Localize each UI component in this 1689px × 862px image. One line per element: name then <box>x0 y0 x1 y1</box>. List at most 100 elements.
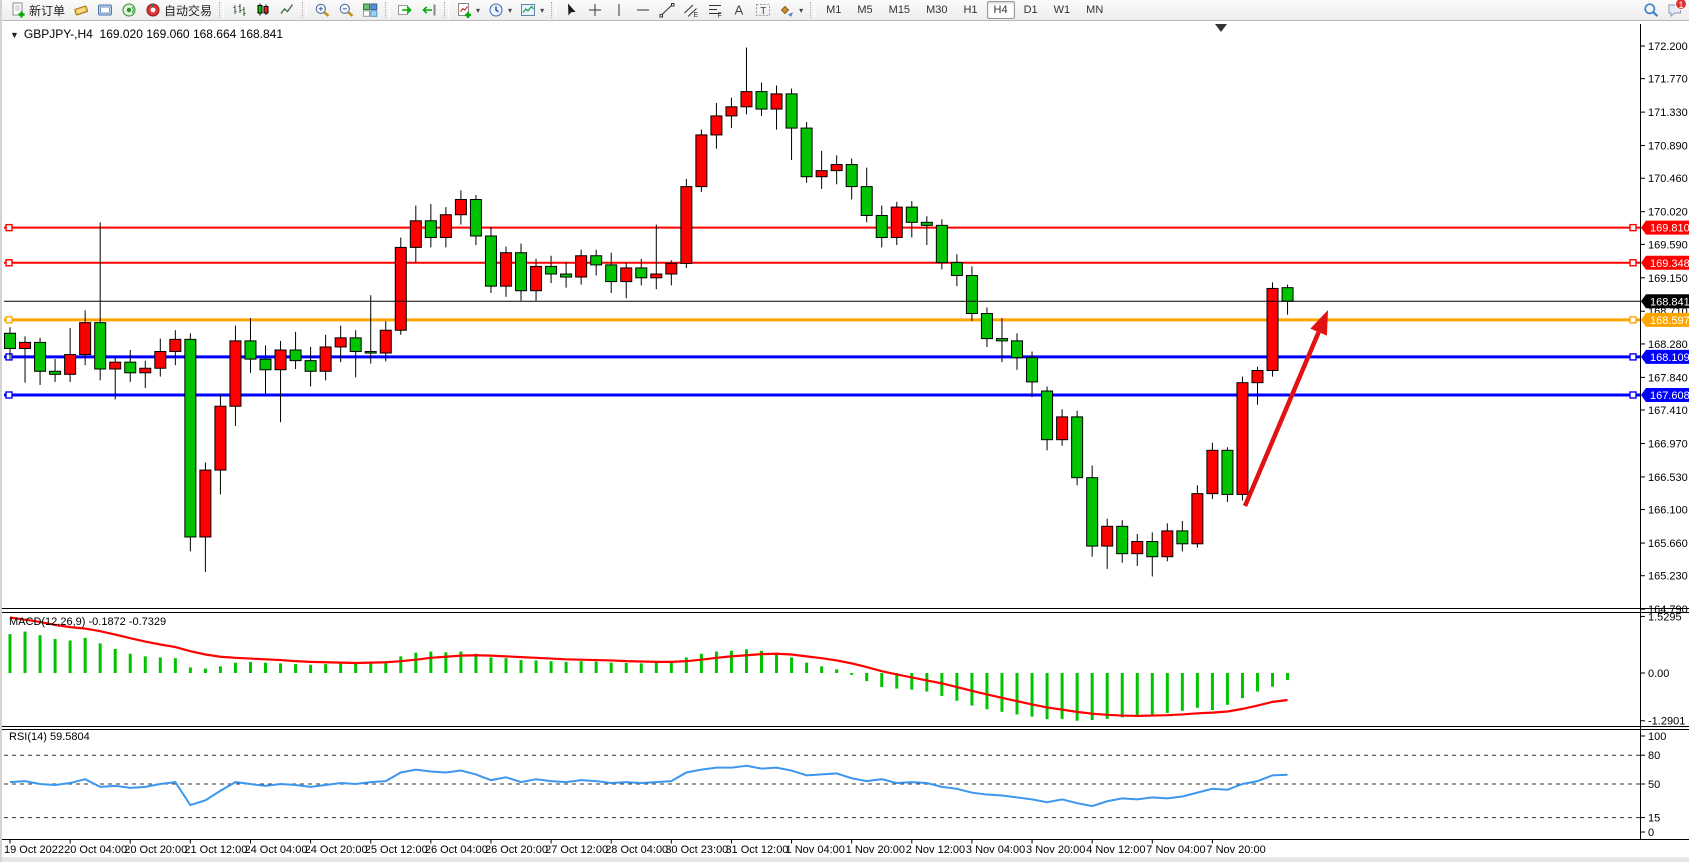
line-handle[interactable] <box>1630 317 1636 323</box>
timeframe-h4-button[interactable]: H4 <box>987 1 1015 19</box>
line-handle[interactable] <box>1630 354 1636 360</box>
date-tick-label: 31 Oct 12:00 <box>725 844 788 856</box>
date-tick-label: 24 Oct 20:00 <box>305 844 368 856</box>
candle-body <box>786 94 797 128</box>
auto-trading-button[interactable]: 自动交易 <box>141 1 216 20</box>
macd-indicator-label: MACD(12,26,9) -0.1872 -0.7329 <box>9 616 166 628</box>
chart-canvas[interactable]: 172.200171.770171.330170.890170.460170.0… <box>2 0 1689 862</box>
cursor-button[interactable] <box>559 1 583 20</box>
line-handle[interactable] <box>6 354 12 360</box>
zoom-in-icon <box>314 2 330 18</box>
candle-body <box>1072 417 1083 478</box>
toolbar-separator <box>551 2 556 18</box>
candle-body <box>1267 288 1278 370</box>
templates-icon <box>520 2 536 18</box>
candle-body <box>1102 526 1113 546</box>
candle-body <box>996 339 1007 341</box>
tile-glyph <box>362 2 378 18</box>
macd-tick-label: -1.2901 <box>1648 716 1685 728</box>
candle-body <box>666 263 677 274</box>
indicators-glyph <box>456 2 472 18</box>
line-handle[interactable] <box>6 392 12 398</box>
line-handle[interactable] <box>1630 260 1636 266</box>
channel-icon: E <box>683 2 699 18</box>
line-handle[interactable] <box>6 225 12 231</box>
macd-tick-label: 0.00 <box>1648 668 1669 680</box>
timeframe-m5-button[interactable]: M5 <box>850 1 879 19</box>
candle-body <box>1117 526 1128 553</box>
price-tick-label: 166.970 <box>1648 438 1688 450</box>
signal-button[interactable] <box>117 1 141 20</box>
tile-windows-button[interactable] <box>358 1 382 20</box>
channel-button[interactable]: E <box>679 1 703 20</box>
candle-body <box>1222 450 1233 494</box>
search-glyph <box>1643 2 1659 18</box>
candle-body <box>1282 288 1293 302</box>
bar-chart-button[interactable] <box>227 1 251 20</box>
arrows-button[interactable]: ▾ <box>775 1 807 20</box>
timeframe-mn-button[interactable]: MN <box>1079 1 1110 19</box>
fibonacci-button[interactable]: F <box>703 1 727 20</box>
periods-button[interactable]: ▾ <box>484 1 516 20</box>
date-tick-label: 3 Nov 20:00 <box>1026 844 1085 856</box>
axis-price-tag-168.109: 168.109 <box>1641 350 1689 364</box>
clock-glyph <box>488 2 504 18</box>
candlestick-chart-button[interactable] <box>251 1 275 20</box>
candle-body <box>350 338 361 352</box>
timeframe-h1-button[interactable]: H1 <box>956 1 984 19</box>
chart-shift-button[interactable] <box>417 1 441 20</box>
date-tick-label: 20 Oct 04:00 <box>64 844 127 856</box>
auto-trading-icon <box>145 2 161 18</box>
timeframe-m1-button[interactable]: M1 <box>819 1 848 19</box>
terminal-button[interactable] <box>93 1 117 20</box>
line-handle[interactable] <box>6 260 12 266</box>
vertical-line-icon <box>611 2 627 18</box>
candle-body <box>861 187 872 216</box>
date-tick-label: 7 Nov 20:00 <box>1206 844 1265 856</box>
trendline-button[interactable] <box>655 1 679 20</box>
candle-body <box>275 350 286 370</box>
zoom-out-button[interactable] <box>334 1 358 20</box>
rsi-tick-label: 100 <box>1648 731 1666 743</box>
price-tick-label: 166.530 <box>1648 472 1688 484</box>
candle-body <box>606 265 617 282</box>
search-button[interactable] <box>1639 1 1663 20</box>
zoom-out-glyph <box>338 2 354 18</box>
symbol-dropdown-icon[interactable]: ▼ <box>10 30 19 40</box>
toolbar-separator <box>219 2 224 18</box>
shift-glyph <box>421 2 437 18</box>
vertical-line-button[interactable] <box>607 1 631 20</box>
date-tick-label: 7 Nov 04:00 <box>1146 844 1205 856</box>
line-handle[interactable] <box>6 317 12 323</box>
auto-scroll-button[interactable] <box>393 1 417 20</box>
zoom-in-button[interactable] <box>310 1 334 20</box>
price-tick-label: 170.460 <box>1648 173 1688 185</box>
timeframe-d1-button[interactable]: D1 <box>1017 1 1045 19</box>
candle-body <box>651 274 662 278</box>
candle-body <box>1012 341 1023 358</box>
crosshair-button[interactable] <box>583 1 607 20</box>
line-handle[interactable] <box>1630 225 1636 231</box>
gold-button[interactable] <box>69 1 93 20</box>
timeframe-m15-button[interactable]: M15 <box>882 1 917 19</box>
line-chart-button[interactable] <box>275 1 299 20</box>
notifications-button[interactable]: 1 <box>1663 1 1687 20</box>
candle-body <box>485 236 496 286</box>
timeframe-m30-button[interactable]: M30 <box>919 1 954 19</box>
date-tick-label: 25 Oct 12:00 <box>365 844 428 856</box>
date-tick-label: 2 Nov 12:00 <box>906 844 965 856</box>
indicators-button[interactable]: ▾ <box>452 1 484 20</box>
line-handle[interactable] <box>1630 392 1636 398</box>
new-order-button[interactable]: 新订单 <box>6 1 69 20</box>
macd-tick-label: 1.5295 <box>1648 611 1682 623</box>
timeframe-w1-button[interactable]: W1 <box>1047 1 1078 19</box>
candle-body <box>591 256 602 265</box>
templates-button[interactable]: ▾ <box>516 1 548 20</box>
text-button[interactable]: A <box>727 1 751 20</box>
chevron-down-icon: ▾ <box>476 6 480 15</box>
candle-body <box>696 135 707 187</box>
date-tick-label: 3 Nov 04:00 <box>966 844 1025 856</box>
candle-body <box>1132 542 1143 554</box>
text-label-button[interactable]: T <box>751 1 775 20</box>
horizontal-line-button[interactable] <box>631 1 655 20</box>
